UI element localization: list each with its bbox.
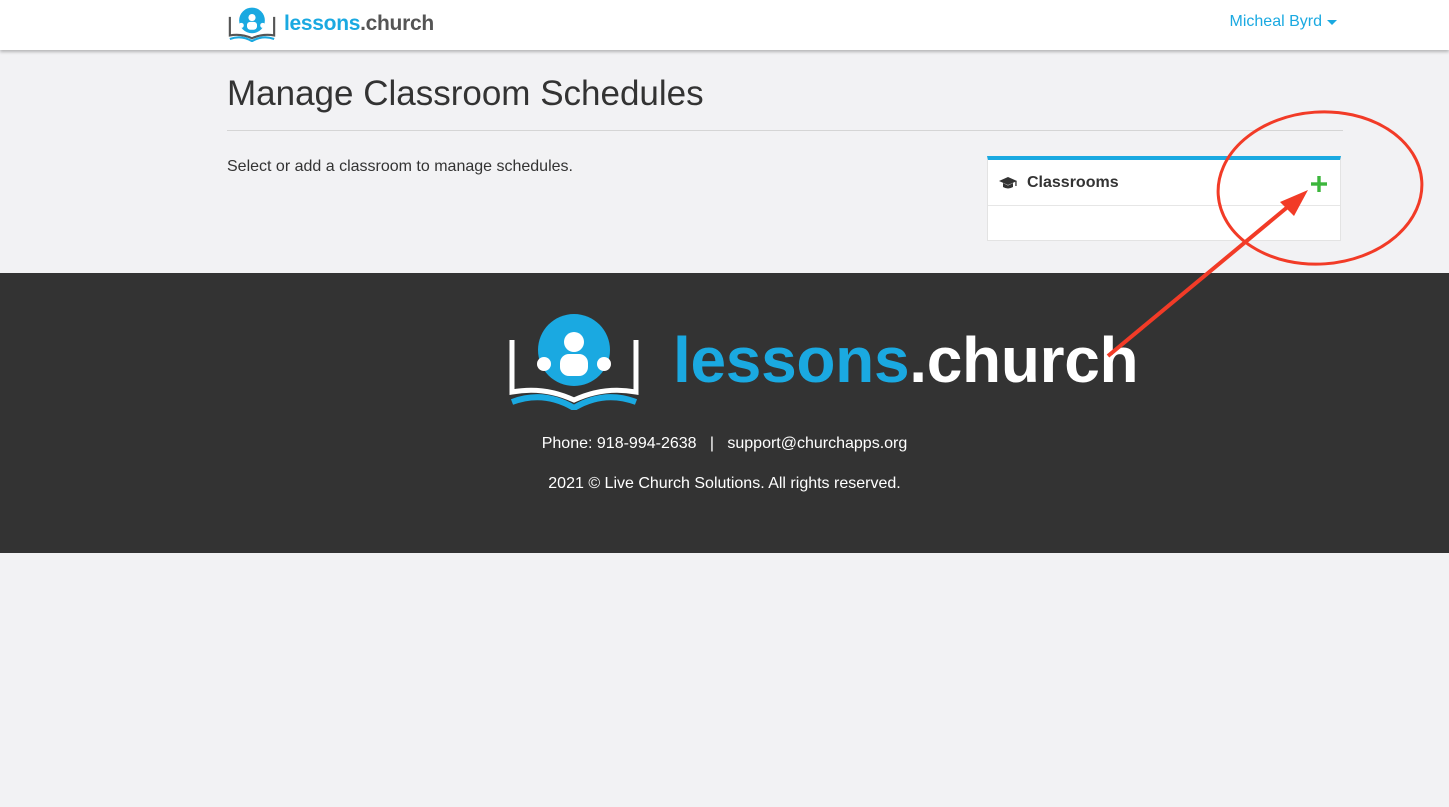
header-logo[interactable]: lessons.church — [227, 6, 434, 42]
classrooms-panel-title: Classrooms — [1027, 173, 1119, 191]
user-name: Micheal Byrd — [1229, 13, 1322, 30]
phone-label: Phone: — [541, 435, 593, 452]
footer-brand-part-church: .church — [909, 324, 1139, 396]
footer-logo: lessons.church — [503, 310, 1139, 410]
support-email-link[interactable]: support@churchapps.org — [727, 435, 907, 452]
phone-number: 918-994-2638 — [596, 435, 697, 452]
footer-copyright: 2021 © Live Church Solutions. All rights… — [548, 475, 901, 492]
footer-contact: Phone: 918-994-2638 | support@churchapps… — [0, 435, 1449, 453]
classrooms-panel-header: Classrooms — [988, 160, 1340, 206]
caret-down-icon — [1327, 19, 1337, 25]
footer-brand: lessons.church — [673, 328, 1139, 392]
page-title: Manage Classroom Schedules — [227, 74, 704, 113]
footer: lessons.church Phone: 918-994-2638 | sup… — [0, 273, 1449, 553]
footer-brand-part-lessons: lessons — [673, 324, 910, 396]
contact-separator: | — [709, 435, 715, 452]
brand-part-lessons: lessons — [284, 12, 361, 35]
intro-text: Select or add a classroom to manage sche… — [227, 158, 573, 175]
user-menu-dropdown[interactable]: Micheal Byrd — [1230, 13, 1337, 31]
add-classroom-button[interactable] — [1308, 170, 1330, 196]
top-navbar: lessons.church Micheal Byrd — [0, 0, 1449, 50]
title-divider — [227, 130, 1343, 131]
graduation-cap-icon — [998, 176, 1018, 190]
classrooms-panel: Classrooms — [987, 156, 1341, 241]
header-brand: lessons.church — [284, 6, 434, 42]
logo-icon — [228, 7, 276, 42]
brand-part-church: .church — [360, 12, 434, 35]
footer-logo-icon — [509, 314, 639, 410]
plus-icon — [1311, 175, 1327, 192]
